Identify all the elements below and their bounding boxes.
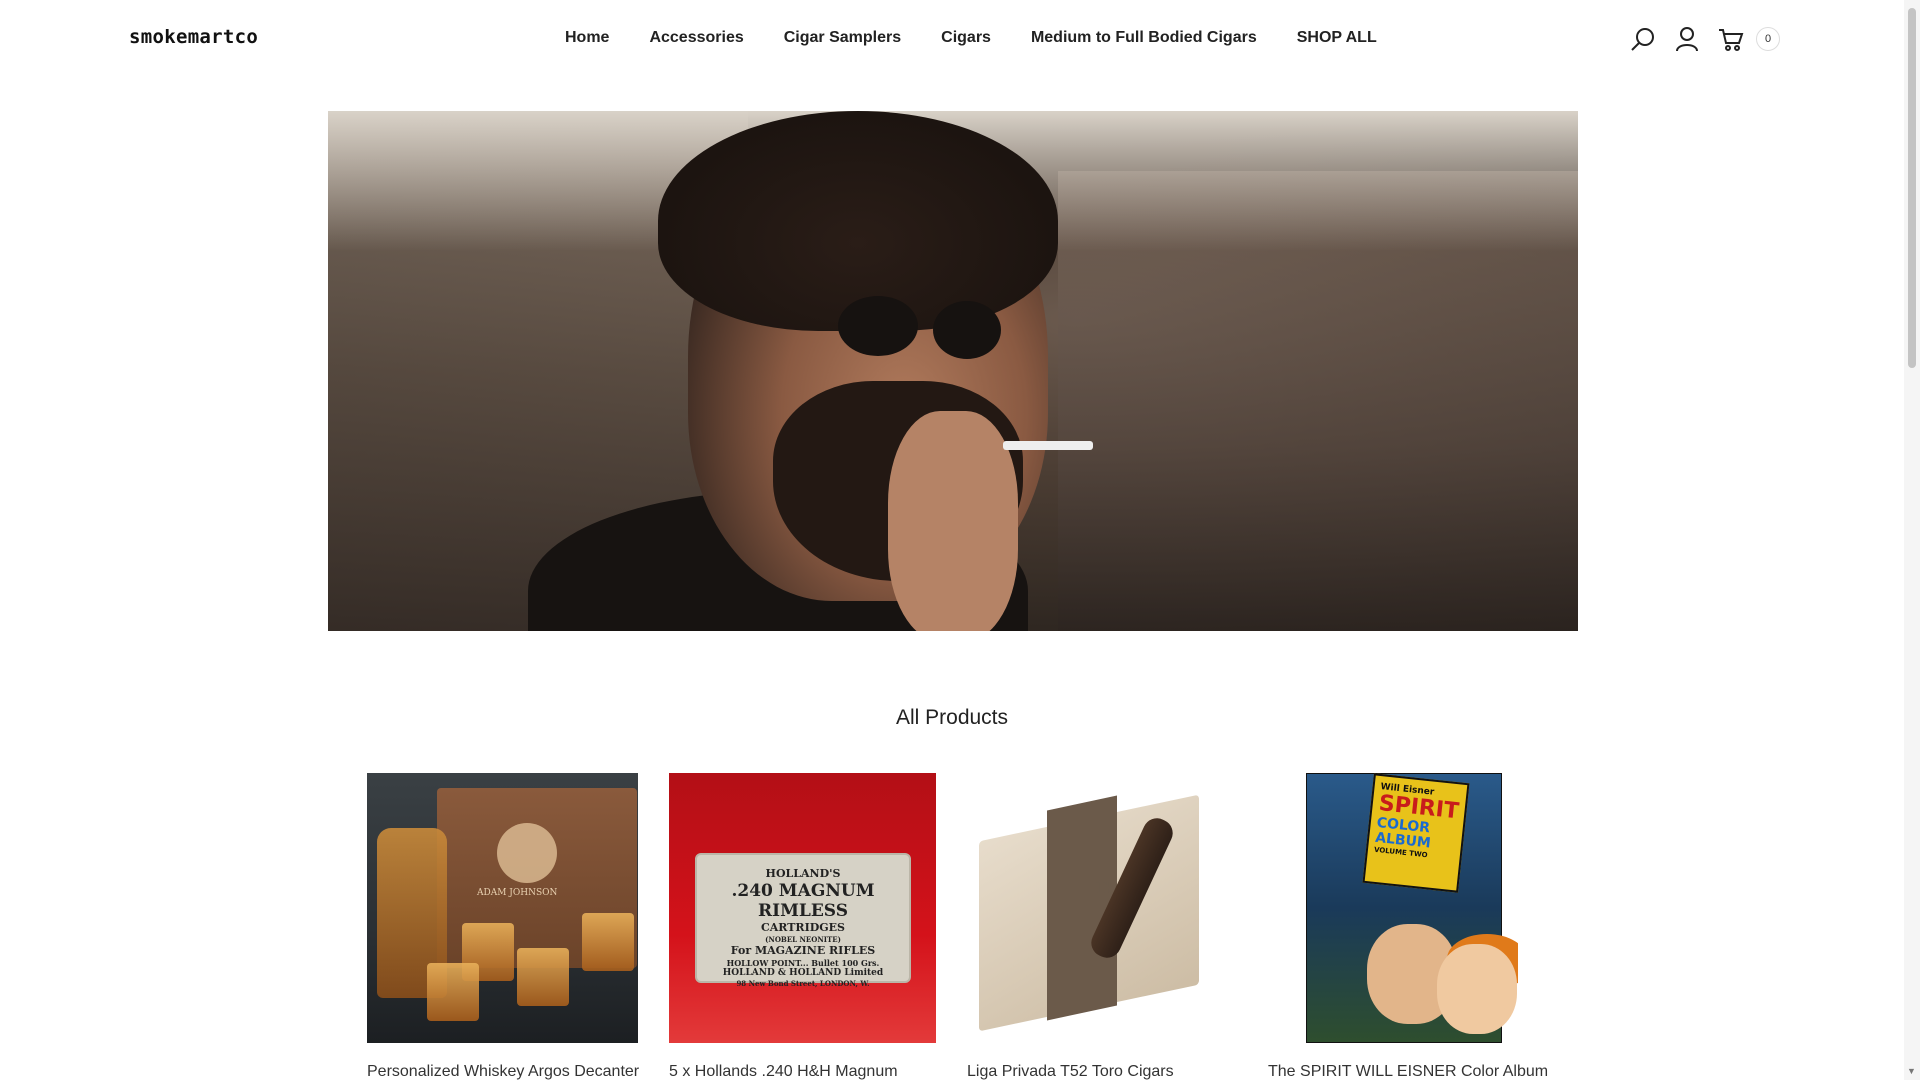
- box-text: 98 New Bond Street, LONDON, W.: [736, 979, 870, 988]
- nav-cigar-samplers[interactable]: Cigar Samplers: [784, 29, 901, 47]
- search-icon[interactable]: [1628, 24, 1658, 54]
- scroll-down-arrow-icon[interactable]: ▼: [1907, 1066, 1916, 1076]
- scrollbar-thumb[interactable]: [1908, 8, 1916, 368]
- engraved-name: ADAM JOHNSON: [477, 888, 558, 898]
- product-name[interactable]: Personalized Whiskey Argos Decanter: [367, 1063, 639, 1080]
- box-text: HOLLAND'S: [765, 867, 841, 880]
- nav-medium-full-bodied[interactable]: Medium to Full Bodied Cigars: [1031, 29, 1257, 47]
- nav-cigars[interactable]: Cigars: [941, 29, 991, 47]
- site-logo[interactable]: smokemartco: [129, 26, 258, 48]
- product-name[interactable]: The SPIRIT WILL EISNER Color Album: [1268, 1063, 1548, 1080]
- product-image[interactable]: T52: [967, 773, 1235, 1043]
- hero-figure-sunglasses: [933, 301, 1001, 359]
- box-text: For MAGAZINE RIFLES: [730, 944, 876, 957]
- comic-title-block: Will Eisner SPIRIT COLOR ALBUM VOLUME TW…: [1362, 773, 1470, 893]
- section-title: All Products: [895, 706, 1009, 729]
- nav-shop-all[interactable]: SHOP ALL: [1297, 29, 1377, 47]
- nav-accessories[interactable]: Accessories: [649, 29, 743, 47]
- cart-count-badge: 0: [1756, 27, 1780, 51]
- nav-home[interactable]: Home: [565, 29, 609, 47]
- product-card[interactable]: HOLLAND'S .240 MAGNUM RIMLESS CARTRIDGES…: [669, 773, 936, 1080]
- badge-emblem: [497, 823, 557, 883]
- box-text: HOLLOW POINT... Bullet 100 Grs.: [726, 958, 880, 968]
- box-text: (NOBEL NEONITE): [765, 935, 841, 944]
- comic-figure: [1437, 944, 1517, 1034]
- site-header: smokemartco Home Accessories Cigar Sampl…: [0, 0, 1904, 80]
- hero-cigarette: [1003, 441, 1093, 450]
- hero-banner-image: [328, 111, 1578, 631]
- header-icons: 0: [1628, 24, 1780, 54]
- product-image[interactable]: HOLLAND'S .240 MAGNUM RIMLESS CARTRIDGES…: [669, 773, 936, 1043]
- whiskey-glass: [427, 963, 479, 1021]
- box-text: .240 MAGNUM: [731, 881, 875, 901]
- product-image[interactable]: Will Eisner SPIRIT COLOR ALBUM VOLUME TW…: [1268, 773, 1518, 1043]
- cart-icon[interactable]: [1716, 24, 1746, 54]
- hero-figure-sunglasses: [838, 296, 918, 356]
- product-name[interactable]: 5 x Hollands .240 H&H Magnum: [669, 1063, 936, 1080]
- whiskey-glass: [582, 913, 634, 971]
- product-name[interactable]: Liga Privada T52 Toro Cigars: [967, 1063, 1235, 1080]
- box-text: CARTRIDGES: [761, 921, 845, 934]
- user-icon[interactable]: [1672, 24, 1702, 54]
- page-scrollbar[interactable]: ▼: [1904, 0, 1920, 1080]
- box-text: HOLLAND & HOLLAND Limited: [722, 968, 884, 978]
- product-card[interactable]: ADAM JOHNSON Personalized Whiskey Argos …: [367, 773, 639, 1080]
- hero-figure-hair: [658, 111, 1058, 331]
- cartridge-box: HOLLAND'S .240 MAGNUM RIMLESS CARTRIDGES…: [695, 853, 911, 988]
- product-image[interactable]: ADAM JOHNSON: [367, 773, 638, 1043]
- box-text: RIMLESS: [758, 901, 848, 921]
- main-nav: Home Accessories Cigar Samplers Cigars M…: [565, 29, 1377, 47]
- whiskey-glass: [517, 948, 569, 1006]
- hero-figure-hand: [888, 411, 1018, 631]
- product-card[interactable]: T52 Liga Privada T52 Toro Cigars: [967, 773, 1235, 1080]
- product-card[interactable]: Will Eisner SPIRIT COLOR ALBUM VOLUME TW…: [1268, 773, 1548, 1080]
